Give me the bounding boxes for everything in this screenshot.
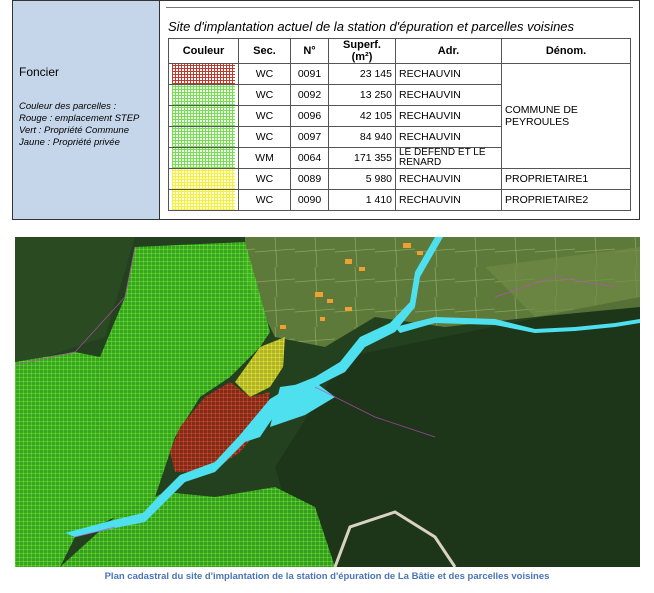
red-swatch xyxy=(172,64,235,84)
top-divider xyxy=(166,7,633,8)
left-panel: Foncier Couleur des parcelles : Rouge : … xyxy=(13,1,160,219)
header-num: N° xyxy=(290,38,329,64)
color-swatch-cell xyxy=(168,168,239,190)
header-adr: Adr. xyxy=(395,38,502,64)
parcels-table: Couleur Sec. N° Superf. (m²) Adr. Dénom.… xyxy=(168,38,631,211)
cell-adr: RECHAUVIN xyxy=(395,63,502,85)
cell-adr: LE DEFEND ET LE RENARD xyxy=(395,147,502,169)
cell-superf: 42 105 xyxy=(328,105,396,127)
color-legend: Couleur des parcelles : Rouge : emplacem… xyxy=(19,101,153,149)
color-swatch-cell xyxy=(168,126,239,148)
header-denom: Dénom. xyxy=(501,38,631,64)
yellow-swatch xyxy=(172,169,235,189)
cell-denom-commune: COMMUNE DE PEYROULES xyxy=(501,63,631,169)
table-header-row: Couleur Sec. N° Superf. (m²) Adr. Dénom. xyxy=(168,38,631,64)
cell-sec: WM xyxy=(238,147,291,169)
table-title: Site d'implantation actuel de la station… xyxy=(168,19,575,34)
table-panel: Site d'implantation actuel de la station… xyxy=(160,1,639,219)
cell-sec: WC xyxy=(238,63,291,85)
legend-line-red: Rouge : emplacement STEP xyxy=(19,113,140,124)
cell-adr: RECHAUVIN xyxy=(395,105,502,127)
cell-sec: WC xyxy=(238,84,291,106)
legend-line-yellow: Jaune : Propriété privée xyxy=(19,137,120,148)
cadastral-map-image xyxy=(15,237,640,567)
color-swatch-cell xyxy=(168,84,239,106)
cell-sec: WC xyxy=(238,189,291,211)
cell-num: 0096 xyxy=(290,105,329,127)
cadastral-map xyxy=(15,237,640,567)
cell-num: 0091 xyxy=(290,63,329,85)
table-row: WC 0089 5 980 RECHAUVIN PROPRIETAIRE1 xyxy=(168,168,631,190)
yellow-swatch xyxy=(172,190,235,210)
cell-denom: PROPRIETAIRE2 xyxy=(501,189,631,211)
cell-superf: 5 980 xyxy=(328,168,396,190)
cell-superf: 171 355 xyxy=(328,147,396,169)
green-swatch xyxy=(172,127,235,147)
foncier-title: Foncier xyxy=(19,65,60,79)
header-sec: Sec. xyxy=(238,38,291,64)
green-swatch xyxy=(172,106,235,126)
color-swatch-cell xyxy=(168,189,239,211)
table-row: WC 0091 23 145 RECHAUVIN COMMUNE DE PEYR… xyxy=(168,63,631,169)
green-swatch xyxy=(172,148,235,168)
cell-sec: WC xyxy=(238,126,291,148)
cell-adr: RECHAUVIN xyxy=(395,84,502,106)
cell-sec: WC xyxy=(238,168,291,190)
table-row: WC 0090 1 410 RECHAUVIN PROPRIETAIRE2 xyxy=(168,189,631,211)
color-swatch-cell xyxy=(168,63,239,85)
cell-adr: RECHAUVIN xyxy=(395,126,502,148)
cell-denom: PROPRIETAIRE1 xyxy=(501,168,631,190)
legend-line-green: Vert : Propriété Commune xyxy=(19,125,129,136)
cell-num: 0090 xyxy=(290,189,329,211)
cell-adr: RECHAUVIN xyxy=(395,168,502,190)
cell-superf: 13 250 xyxy=(328,84,396,106)
header-couleur: Couleur xyxy=(168,38,239,64)
cell-superf: 23 145 xyxy=(328,63,396,85)
cell-num: 0092 xyxy=(290,84,329,106)
cell-num: 0064 xyxy=(290,147,329,169)
color-swatch-cell xyxy=(168,147,239,169)
cell-num: 0089 xyxy=(290,168,329,190)
cell-superf: 1 410 xyxy=(328,189,396,211)
foncier-frame: Foncier Couleur des parcelles : Rouge : … xyxy=(12,0,640,220)
cell-sec: WC xyxy=(238,105,291,127)
cell-num: 0097 xyxy=(290,126,329,148)
map-caption: Plan cadastral du site d'implantation de… xyxy=(104,571,550,582)
header-superf: Superf. (m²) xyxy=(328,38,396,64)
color-swatch-cell xyxy=(168,105,239,127)
cell-adr: RECHAUVIN xyxy=(395,189,502,211)
legend-line: Couleur des parcelles : xyxy=(19,101,117,112)
cell-superf: 84 940 xyxy=(328,126,396,148)
green-swatch xyxy=(172,85,235,105)
